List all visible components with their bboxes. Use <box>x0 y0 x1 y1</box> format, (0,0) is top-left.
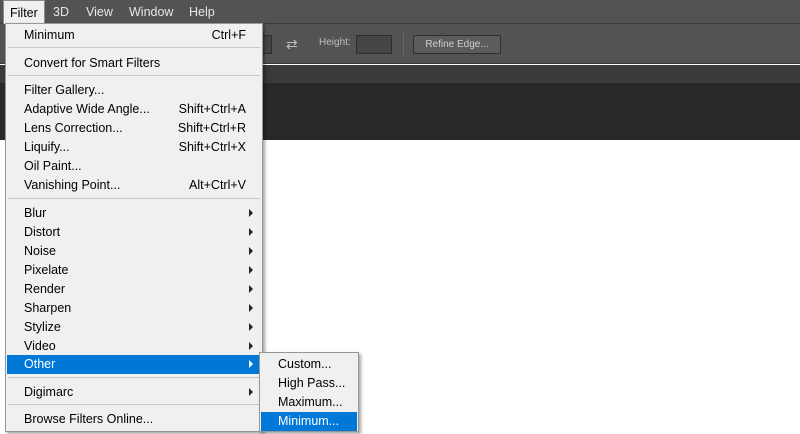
menu-item-label: Pixelate <box>24 263 69 277</box>
swap-arrows-icon[interactable]: ⇄ <box>286 36 302 52</box>
menu-item-label: Distort <box>24 225 61 239</box>
menu-item-blur[interactable]: Blur <box>7 204 261 223</box>
submenu-arrow-icon <box>249 323 253 331</box>
menu-item-shortcut: Ctrl+F <box>211 28 246 42</box>
refine-edge-button[interactable]: Refine Edge... <box>413 35 501 54</box>
menu-item-pixelate[interactable]: Pixelate <box>7 261 261 280</box>
menu-item-last-filter[interactable]: Minimum Ctrl+F <box>7 26 261 45</box>
menu-item-stylize[interactable]: Stylize <box>7 318 261 337</box>
submenu-arrow-icon <box>249 228 253 236</box>
menu-filter[interactable]: Filter <box>3 0 45 24</box>
menu-item-convert-smart-filters[interactable]: Convert for Smart Filters <box>7 54 261 73</box>
menu-item-label: Lens Correction... <box>24 121 123 135</box>
menu-item-shortcut: Shift+Ctrl+A <box>178 102 246 116</box>
menu-item-label: Convert for Smart Filters <box>24 56 161 70</box>
menu-item-label: Noise <box>24 244 56 258</box>
menu-item-adaptive-wide-angle[interactable]: Adaptive Wide Angle... Shift+Ctrl+A <box>7 100 261 119</box>
filter-menu: Minimum Ctrl+F Convert for Smart Filters… <box>5 23 263 432</box>
menu-item-label: Filter Gallery... <box>24 83 105 97</box>
menu-item-distort[interactable]: Distort <box>7 223 261 242</box>
menu-item-browse-filters-online[interactable]: Browse Filters Online... <box>7 410 261 429</box>
menu-item-filter-gallery[interactable]: Filter Gallery... <box>7 81 261 100</box>
menu-item-label: Sharpen <box>24 301 72 315</box>
menu-item-shortcut: Shift+Ctrl+X <box>178 140 246 154</box>
menu-item-render[interactable]: Render <box>7 280 261 299</box>
menu-item-label: Other <box>24 357 56 371</box>
submenu-item-label: Custom... <box>278 357 332 371</box>
width-field[interactable] <box>262 35 272 54</box>
submenu-item-maximum[interactable]: Maximum... <box>261 393 357 412</box>
menu-item-lens-correction[interactable]: Lens Correction... Shift+Ctrl+R <box>7 119 261 138</box>
menu-item-liquify[interactable]: Liquify... Shift+Ctrl+X <box>7 138 261 157</box>
submenu-arrow-icon <box>249 360 253 368</box>
menu-item-label: Liquify... <box>24 140 70 154</box>
menu-help[interactable]: Help <box>183 0 221 24</box>
submenu-item-high-pass[interactable]: High Pass... <box>261 374 357 393</box>
submenu-item-label: Maximum... <box>278 395 343 409</box>
submenu-item-label: High Pass... <box>278 376 346 390</box>
menu-item-label: Oil Paint... <box>24 159 82 173</box>
menu-item-oil-paint[interactable]: Oil Paint... <box>7 157 261 176</box>
menu-item-other[interactable]: Other <box>7 355 261 374</box>
menu-item-label: Render <box>24 282 65 296</box>
menu-item-label: Video <box>24 339 56 353</box>
submenu-item-minimum[interactable]: Minimum... <box>261 412 357 431</box>
menu-separator <box>8 75 260 76</box>
menu-item-label: Blur <box>24 206 47 220</box>
submenu-item-label: Minimum... <box>278 414 340 428</box>
submenu-arrow-icon <box>249 285 253 293</box>
other-submenu: Custom... High Pass... Maximum... Minimu… <box>259 352 359 432</box>
menu-item-label: Adaptive Wide Angle... <box>24 102 150 116</box>
menu-separator <box>8 404 260 405</box>
menu-item-digimarc[interactable]: Digimarc <box>7 383 261 402</box>
submenu-arrow-icon <box>249 209 253 217</box>
menu-bar: Filter 3D View Window Help <box>0 0 800 24</box>
menu-item-label: Stylize <box>24 320 61 334</box>
height-label: Height: <box>319 37 351 48</box>
submenu-item-custom[interactable]: Custom... <box>261 355 357 374</box>
menu-item-sharpen[interactable]: Sharpen <box>7 299 261 318</box>
menu-separator <box>8 198 260 199</box>
submenu-arrow-icon <box>249 388 253 396</box>
menu-item-label: Vanishing Point... <box>24 178 121 192</box>
menu-item-shortcut: Alt+Ctrl+V <box>189 178 246 192</box>
submenu-arrow-icon <box>249 266 253 274</box>
menu-item-video[interactable]: Video <box>7 337 261 356</box>
menu-item-label: Digimarc <box>24 385 74 399</box>
menu-item-label: Browse Filters Online... <box>24 412 154 426</box>
submenu-arrow-icon <box>249 342 253 350</box>
menu-3d[interactable]: 3D <box>47 0 75 24</box>
menu-separator <box>8 47 260 48</box>
menu-item-noise[interactable]: Noise <box>7 242 261 261</box>
height-field[interactable] <box>356 35 392 54</box>
options-divider <box>403 32 404 56</box>
menu-view[interactable]: View <box>80 0 119 24</box>
menu-item-label: Minimum <box>24 28 75 42</box>
submenu-arrow-icon <box>249 304 253 312</box>
menu-window[interactable]: Window <box>123 0 179 24</box>
menu-item-shortcut: Shift+Ctrl+R <box>177 121 246 135</box>
submenu-arrow-icon <box>249 247 253 255</box>
menu-separator <box>8 377 260 378</box>
menu-item-vanishing-point[interactable]: Vanishing Point... Alt+Ctrl+V <box>7 176 261 195</box>
